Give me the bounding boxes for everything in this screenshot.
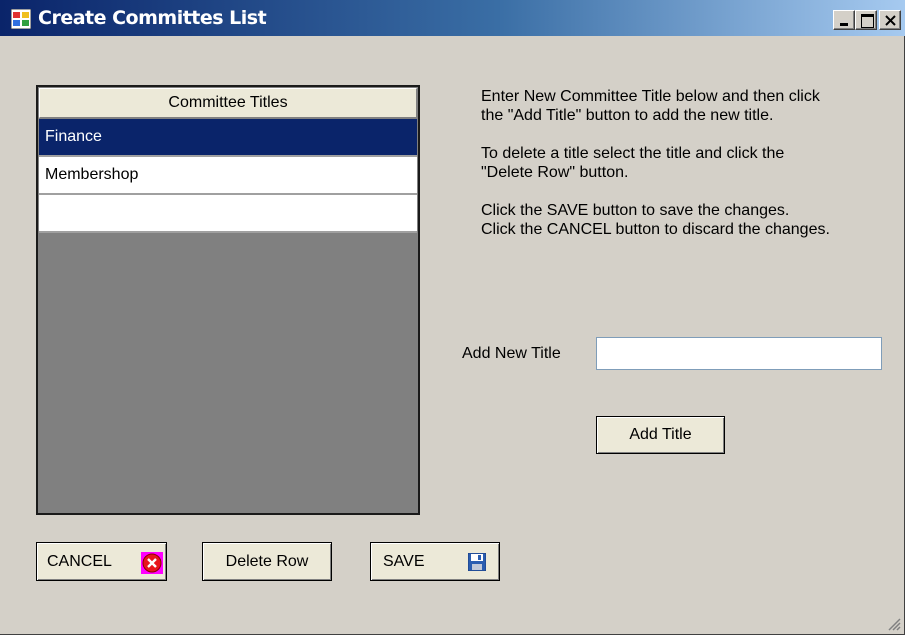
save-label: SAVE: [383, 552, 425, 570]
delete-row-button[interactable]: Delete Row: [202, 542, 332, 581]
grid-column-header[interactable]: Committee Titles: [39, 88, 417, 118]
instruction-line: Click the CANCEL button to discard the c…: [481, 221, 830, 238]
grid-row-new[interactable]: [39, 195, 417, 233]
app-window-icon: [11, 9, 31, 29]
instruction-line: the "Add Title" button to add the new ti…: [481, 107, 774, 124]
instruction-line: "Delete Row" button.: [481, 164, 629, 181]
add-new-title-label: Add New Title: [462, 345, 561, 362]
add-title-label: Add Title: [629, 426, 692, 443]
instruction-line: Enter New Committee Title below and then…: [481, 88, 820, 105]
title-bar[interactable]: Create Committes List: [0, 0, 905, 36]
committees-window: Create Committes List Committee Titles F…: [0, 0, 905, 635]
cancel-label: CANCEL: [47, 552, 112, 570]
delete-row-label: Delete Row: [225, 552, 309, 570]
add-title-button[interactable]: Add Title: [596, 416, 725, 454]
minimize-button[interactable]: [833, 10, 855, 30]
grid-row-membershop[interactable]: Membershop: [39, 157, 417, 195]
cancel-button[interactable]: CANCEL: [36, 542, 167, 581]
save-button[interactable]: SAVE: [370, 542, 500, 581]
close-icon: [885, 15, 896, 26]
grid-row-finance[interactable]: Finance: [39, 119, 417, 157]
resize-grip-icon[interactable]: [887, 617, 901, 631]
window-title: Create Committes List: [38, 7, 267, 29]
instruction-line: To delete a title select the title and c…: [481, 145, 785, 162]
instruction-line: Click the SAVE button to save the change…: [481, 202, 790, 219]
cancel-x-icon: [141, 552, 163, 574]
committee-titles-grid[interactable]: Committee Titles Finance Membershop: [36, 85, 420, 515]
instructions-text: Enter New Committee Title below and then…: [481, 87, 901, 258]
maximize-button[interactable]: [855, 10, 877, 30]
close-button[interactable]: [879, 10, 901, 30]
floppy-disk-icon: [468, 553, 486, 571]
add-new-title-input[interactable]: [596, 337, 882, 370]
